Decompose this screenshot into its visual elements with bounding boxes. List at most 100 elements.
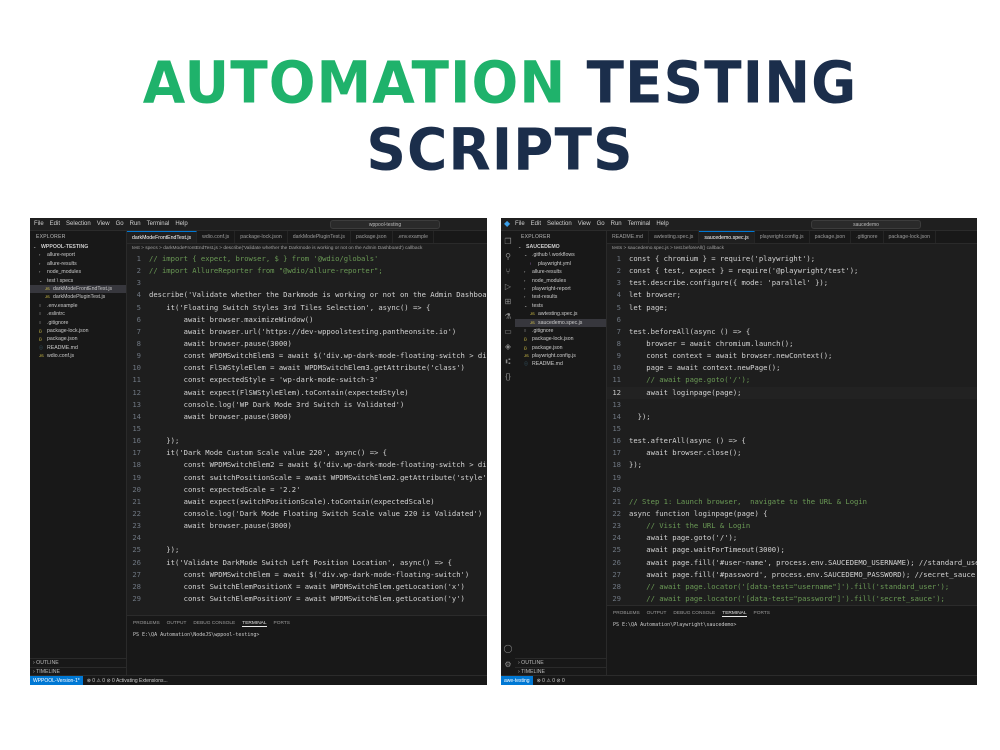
file-tree-item[interactable]: ⌄ test \ specs (30, 277, 126, 285)
editor-tab[interactable]: package-lock.json (235, 231, 288, 243)
remote-indicator[interactable]: awe-testing (501, 676, 533, 685)
panel-tab-output[interactable]: OUTPUT (647, 611, 667, 617)
outline-section[interactable]: › OUTLINE (515, 658, 606, 666)
menu-item-view[interactable]: View (97, 218, 110, 231)
editor-tab[interactable]: awtesting.spec.js (649, 231, 700, 243)
file-tree-item[interactable]: › allure-results (30, 260, 126, 268)
file-tree-item[interactable]: › test-results (515, 293, 606, 301)
json-icon[interactable]: {} (501, 372, 515, 381)
file-tree-item[interactable]: ⌄ tests (515, 302, 606, 310)
terminal-prompt[interactable]: PS E:\QA Automation\Playwright\saucedemo… (607, 622, 977, 628)
source-control-icon[interactable]: ⑂ (501, 267, 515, 276)
panel-tab-debug-console[interactable]: DEBUG CONSOLE (193, 621, 235, 627)
file-tree-item[interactable]: JS wdio.conf.js (30, 352, 126, 360)
file-tree-label: test-results (532, 294, 558, 301)
search-icon[interactable]: ⚲ (501, 252, 515, 261)
file-tree-item[interactable]: ≡ .gitignore (515, 327, 606, 335)
menu-item-help[interactable]: Help (656, 218, 668, 231)
menu-item-selection[interactable]: Selection (66, 218, 91, 231)
status-text[interactable]: ⊗ 0 ⚠ 0 ⊘ 0 (537, 678, 565, 684)
panel-tab-debug-console[interactable]: DEBUG CONSOLE (673, 611, 715, 617)
menu-item-terminal[interactable]: Terminal (628, 218, 651, 231)
editor-tab[interactable]: package.json (810, 231, 852, 243)
code-line: 29 // await page.locator('[data-test="pa… (607, 593, 977, 605)
editor-tab[interactable]: wdio.conf.js (197, 231, 236, 243)
menu-item-go[interactable]: Go (116, 218, 124, 231)
editor-tab[interactable]: darkModeFrontEndTest.js (127, 231, 198, 243)
editor-tab[interactable]: .gitignore (851, 231, 884, 243)
editor-tab[interactable]: package-lock.json (884, 231, 937, 243)
breadcrumb[interactable]: test > specs > darkModeFrontEndTest.js >… (127, 244, 487, 253)
timeline-section[interactable]: › TIMELINE (515, 666, 606, 675)
file-tree-item[interactable]: ≡ .eslintrc (30, 310, 126, 318)
docker-icon[interactable]: ◈ (501, 342, 515, 351)
menu-item-file[interactable]: File (34, 218, 44, 231)
file-tree-item[interactable]: › playwright-report (515, 285, 606, 293)
file-tree-item[interactable]: › allure-results (515, 268, 606, 276)
file-tree-item[interactable]: ⌄ SAUCEDEMO (515, 243, 606, 251)
file-tree-item[interactable]: {} package.json (515, 344, 606, 352)
git-graph-icon[interactable]: ⑆ (501, 357, 515, 366)
remote-indicator[interactable]: WPPOOL-Version-1* (30, 676, 83, 685)
line-number: 21 (132, 496, 141, 506)
file-tree-item[interactable]: {} package-lock.json (30, 327, 126, 335)
editor-tab[interactable]: README.md (607, 231, 649, 243)
files-icon[interactable]: ❐ (501, 237, 515, 246)
editor-tab[interactable]: playwright.config.js (755, 231, 810, 243)
breadcrumb[interactable]: tests > saucedemo.spec.js > test.beforeA… (607, 244, 977, 253)
file-tree-item[interactable]: {} package.json (30, 335, 126, 343)
code-editor[interactable]: 1 const { chromium } = require('playwrigh… (607, 253, 977, 605)
file-tree-item[interactable]: ⓘ README.md (30, 344, 126, 352)
chevron-down-icon: ⌄ (524, 302, 528, 308)
extensions-icon[interactable]: ⊞ (501, 297, 515, 306)
menu-item-terminal[interactable]: Terminal (147, 218, 170, 231)
panel-tab-problems[interactable]: PROBLEMS (613, 611, 640, 617)
menu-item-file[interactable]: File (515, 218, 525, 231)
account-icon[interactable]: ◯ (501, 644, 515, 653)
remote-explorer-icon[interactable]: ▭ (501, 327, 515, 336)
file-tree-item[interactable]: ≡ .env.example (30, 302, 126, 310)
code-editor[interactable]: 1 // import { expect, browser, $ } from '… (127, 253, 487, 615)
file-tree-item[interactable]: {} package-lock.json (515, 335, 606, 343)
command-center-search[interactable]: saucedemo (811, 220, 921, 229)
file-tree-item[interactable]: JS darkModePluginTest.js (30, 293, 126, 301)
file-tree-item[interactable]: › node_modules (30, 268, 126, 276)
flask-icon[interactable]: ⚗ (501, 312, 515, 321)
editor-tab[interactable]: darkModePluginTest.js (288, 231, 351, 243)
menu-item-view[interactable]: View (578, 218, 591, 231)
settings-gear-icon[interactable]: ⚙ (501, 660, 515, 669)
file-tree-item[interactable]: › allure-report (30, 251, 126, 259)
menu-item-edit[interactable]: Edit (531, 218, 541, 231)
panel-tab-output[interactable]: OUTPUT (167, 621, 187, 627)
editor-tab[interactable]: .env.example (393, 231, 434, 243)
panel-tab-terminal[interactable]: TERMINAL (242, 621, 267, 627)
file-tree-item[interactable]: ≡ .gitignore (30, 319, 126, 327)
editor-tab[interactable]: package.json (351, 231, 393, 243)
menu-item-selection[interactable]: Selection (547, 218, 572, 231)
terminal-prompt[interactable]: PS E:\QA Automation\NodeJS\wppool-testin… (127, 632, 487, 638)
file-tree-item[interactable]: JS awtesting.spec.js (515, 310, 606, 318)
outline-section[interactable]: › OUTLINE (30, 658, 126, 666)
panel-tab-ports[interactable]: PORTS (754, 611, 770, 617)
run-debug-icon[interactable]: ▷ (501, 282, 515, 291)
file-tree-item[interactable]: ⌄ .github \ workflows (515, 251, 606, 259)
panel-tab-terminal[interactable]: TERMINAL (722, 611, 747, 617)
menu-item-run[interactable]: Run (611, 218, 622, 231)
menu-item-run[interactable]: Run (130, 218, 141, 231)
file-tree-item[interactable]: ⌄ WPPOOL-TESTING (30, 243, 126, 251)
menu-item-go[interactable]: Go (597, 218, 605, 231)
file-tree-item[interactable]: ! playwright.yml (515, 260, 606, 268)
command-center-search[interactable]: wppool-testing (330, 220, 440, 229)
timeline-section[interactable]: › TIMELINE (30, 666, 126, 675)
status-text[interactable]: ⊗ 0 ⚠ 0 ⊘ 0 Activating Extensions... (87, 678, 168, 684)
file-tree-item[interactable]: ⓘ README.md (515, 360, 606, 368)
menu-item-help[interactable]: Help (175, 218, 187, 231)
file-tree-item[interactable]: › node_modules (515, 277, 606, 285)
panel-tab-problems[interactable]: PROBLEMS (133, 621, 160, 627)
editor-tab[interactable]: saucedemo.spec.js (699, 231, 755, 243)
file-tree-item[interactable]: JS darkModeFrontEndTest.js (30, 284, 126, 294)
menu-item-edit[interactable]: Edit (50, 218, 60, 231)
file-tree-item[interactable]: JS saucedemo.spec.js (515, 318, 606, 327)
file-tree-item[interactable]: JS playwright.config.js (515, 352, 606, 360)
panel-tab-ports[interactable]: PORTS (274, 621, 290, 627)
